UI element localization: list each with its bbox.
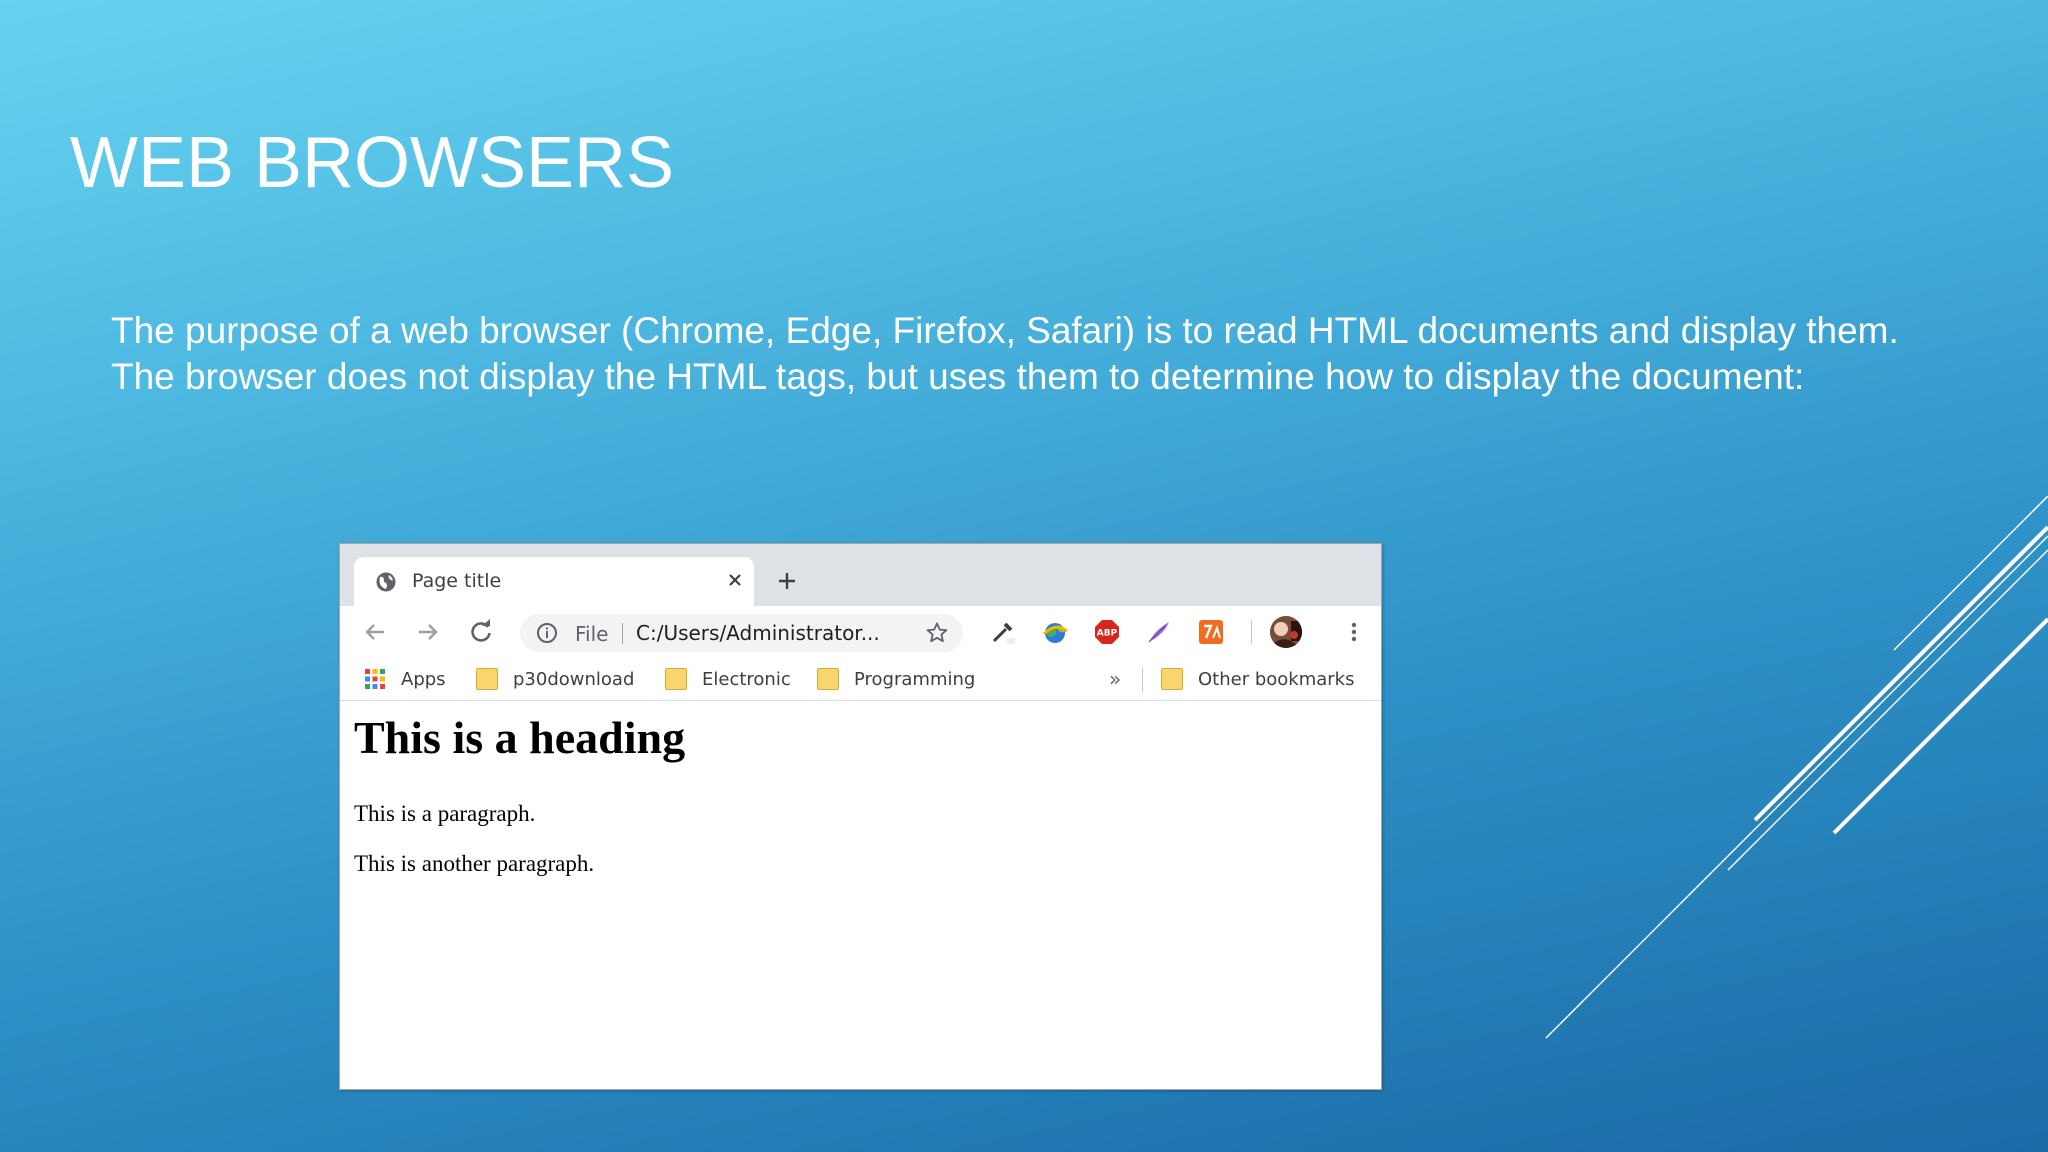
bookmark-folder[interactable]: Electronic xyxy=(665,666,791,692)
bookmark-folder[interactable]: Programming xyxy=(817,666,975,692)
tab-strip: Page title xyxy=(340,544,1381,606)
close-tab-icon[interactable] xyxy=(723,568,747,592)
forward-icon[interactable] xyxy=(413,617,443,647)
bookmark-label: Programming xyxy=(854,668,976,690)
more-menu-icon[interactable] xyxy=(1340,618,1368,646)
folder-icon xyxy=(665,668,687,690)
apps-grid-icon xyxy=(365,669,385,689)
bookmark-label: p30download xyxy=(513,668,635,690)
bookmark-label: Other bookmarks xyxy=(1198,668,1355,690)
svg-text:ABP: ABP xyxy=(1097,629,1118,639)
back-icon[interactable] xyxy=(360,617,390,647)
reload-icon[interactable] xyxy=(466,617,496,647)
eyedropper-icon[interactable] xyxy=(989,618,1017,646)
info-icon[interactable] xyxy=(536,622,558,644)
feather-icon[interactable] xyxy=(1145,618,1173,646)
folder-icon xyxy=(476,668,498,690)
bookmarks-overflow-button[interactable]: » xyxy=(1109,666,1121,692)
folder-icon xyxy=(1161,668,1183,690)
slide-paragraph: The browser does not display the HTML ta… xyxy=(111,356,1805,397)
globe-icon xyxy=(376,572,396,592)
folder-icon xyxy=(817,668,839,690)
omnibox-separator xyxy=(622,623,623,644)
bookmarks-separator xyxy=(1142,668,1143,692)
bookmark-other[interactable]: Other bookmarks xyxy=(1161,666,1354,692)
bookmark-label: Electronic xyxy=(702,668,791,690)
slide-body: The purpose of a web browser (Chrome, Ed… xyxy=(111,308,1941,400)
page-content: This is a heading This is a paragraph. T… xyxy=(340,701,1381,1089)
bookmark-label: Apps xyxy=(401,668,446,690)
address-bar[interactable]: File C:/Users/Administrator... xyxy=(520,614,963,652)
toolbar-separator xyxy=(1251,620,1252,644)
bookmark-folder[interactable]: p30download xyxy=(476,666,634,692)
globe-extension-icon[interactable] xyxy=(1041,618,1069,646)
bookmarks-bar: Apps p30download Electronic Programming … xyxy=(340,658,1381,701)
toolbar: File C:/Users/Administrator... ABP xyxy=(340,606,1381,658)
bookmark-apps[interactable]: Apps xyxy=(364,666,446,692)
profile-avatar[interactable] xyxy=(1269,615,1303,649)
browser-window: Page title File C:/Users/Administrator..… xyxy=(339,543,1382,1090)
bookmark-star-icon[interactable] xyxy=(925,621,949,645)
slide-paragraph: The purpose of a web browser (Chrome, Ed… xyxy=(111,310,1899,351)
slide-title: WEB BROWSERS xyxy=(70,123,675,203)
orange-extension-icon[interactable] xyxy=(1197,618,1225,646)
browser-tab[interactable]: Page title xyxy=(354,557,754,606)
page-paragraph: This is a paragraph. xyxy=(354,801,536,826)
url-text[interactable]: C:/Users/Administrator... xyxy=(636,621,880,645)
new-tab-icon[interactable] xyxy=(772,566,802,596)
page-heading: This is a heading xyxy=(354,712,686,763)
tab-title: Page title xyxy=(412,570,502,592)
adblock-plus-icon[interactable]: ABP xyxy=(1093,618,1121,646)
page-paragraph: This is another paragraph. xyxy=(354,851,595,876)
scheme-label: File xyxy=(575,622,609,646)
